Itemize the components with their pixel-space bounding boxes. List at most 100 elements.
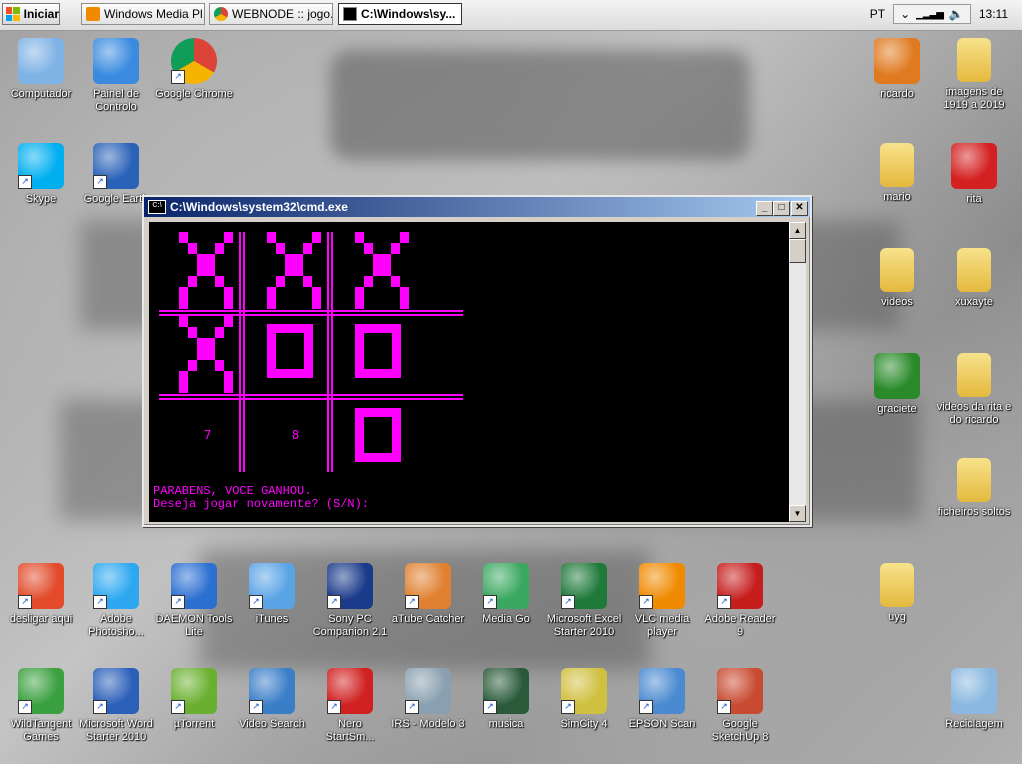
epson-scan-icon: ↗ [639,668,685,714]
desktop-icon-sketchup[interactable]: ↗ Google SketchUp 8 [701,668,779,744]
wildtangent-icon: ↗ [18,668,64,714]
x-pixel [206,343,215,355]
volume-icon[interactable]: 🔈 [949,7,964,21]
desktop-icon-wildtangent[interactable]: ↗ WildTangent Games [2,668,80,744]
desktop-icon-videos[interactable]: videos [858,248,936,309]
desktop-icon-painel-controlo[interactable]: Painel de Controlo [77,38,155,114]
desktop-icon-label: DAEMON Tools Lite [155,613,233,638]
desktop-icon-adobe-reader[interactable]: ↗ Adobe Reader 9 [701,563,779,639]
x-pixel [224,287,233,298]
desktop-icon-skype[interactable]: ↗ Skype [2,143,80,206]
scroll-down-button[interactable]: ▼ [789,505,806,522]
power-icon: ↗ [18,563,64,609]
desktop-icon-label: Adobe Reader 9 [704,613,776,638]
desktop-icon-utorrent[interactable]: ↗ µTorrent [155,668,233,731]
minimize-button[interactable]: _ [756,201,773,216]
x-pixel [188,276,197,287]
desktop-icon-irs-modelo[interactable]: ↗ IRS - Modelo 3 [389,668,467,731]
taskbar-button-media-player[interactable]: Windows Media Pl... [81,3,205,25]
x-pixel [373,259,382,271]
x-pixel [215,243,224,254]
desktop-icon-media-go[interactable]: ↗ Media Go [467,563,545,626]
desktop-icon-sony-pc-companion[interactable]: ↗ Sony PC Companion 2.1 [311,563,389,639]
desktop-icon-xuxayte[interactable]: xuxayte [935,248,1013,309]
desktop-icon-desligar-aqui[interactable]: ↗ desligar aqui [2,563,80,626]
desktop-icon-atube-catcher[interactable]: ↗ aTube Catcher [389,563,467,626]
desktop-icon-videos-rita-ricardo[interactable]: videos da rita e do ricardo [935,353,1013,427]
desktop-icon-reciclagem[interactable]: Reciclagem [935,668,1013,731]
desktop-icon-simcity[interactable]: ↗ SimCity 4 [545,668,623,731]
desktop-icon-word-starter[interactable]: ↗ Microsoft Word Starter 2010 [77,668,155,744]
x-pixel [224,232,233,243]
folder-icon [880,143,914,187]
desktop-icon-adobe-photoshop[interactable]: ↗ Adobe Photosho... [77,563,155,639]
close-button[interactable]: ✕ [791,201,808,216]
x-pixel [312,232,321,243]
chevron-down-icon[interactable]: ⌄ [900,7,910,21]
cell-1-x-mark [179,232,239,309]
x-pixel [179,298,188,309]
x-pixel [303,276,312,287]
scroll-thumb[interactable] [789,239,806,263]
folder-icon [880,563,914,607]
cell-6-o-mark [355,324,401,378]
shortcut-arrow-icon: ↗ [249,700,263,714]
desktop-icon-itunes[interactable]: ↗ iTunes [233,563,311,626]
desktop-icon-ricardo[interactable]: ricardo [858,38,936,101]
cell-3-x-mark [355,232,415,309]
desktop-icon-google-chrome[interactable]: ↗ Google Chrome [155,38,233,101]
vlc-icon: ↗ [639,563,685,609]
simcity-icon: ↗ [561,668,607,714]
language-indicator[interactable]: PT [870,7,885,21]
desktop-icon-rita[interactable]: rita [935,143,1013,206]
desktop-icon-vlc[interactable]: ↗ VLC media player [623,563,701,639]
cmd-window[interactable]: C:\ C:\Windows\system32\cmd.exe _ □ ✕ 7 8… [142,195,812,527]
shortcut-arrow-icon: ↗ [327,700,341,714]
taskbar-button-chrome[interactable]: WEBNODE :: jogo... [209,3,333,25]
desktop-icon-musica[interactable]: ↗ musica [467,668,545,731]
control-panel-icon [93,38,139,84]
desktop-icon-label: Painel de Controlo [93,88,139,113]
cmd-titlebar[interactable]: C:\ C:\Windows\system32\cmd.exe [144,197,810,217]
desktop-icon-label: Media Go [482,613,530,625]
shortcut-arrow-icon: ↗ [639,595,653,609]
scroll-up-button[interactable]: ▲ [789,222,806,239]
desktop-icon-ficheiros-soltos[interactable]: ficheiros soltos [935,458,1013,519]
grid-line [239,232,241,472]
console-area[interactable]: 78 PARABENS, VOCE GANHOU. Deseja jogar n… [149,222,789,522]
scrollbar[interactable]: ▲ ▼ [789,222,806,522]
desktop-icon-label: mario [883,191,911,203]
x-pixel [224,371,233,382]
desktop-icon-mario[interactable]: mario [858,143,936,204]
x-pixel [197,259,206,271]
desktop-icon-label: VLC media player [634,613,690,638]
shortcut-arrow-icon: ↗ [93,595,107,609]
x-pixel [224,298,233,309]
shortcut-arrow-icon: ↗ [561,700,575,714]
desktop-icon-daemon-tools[interactable]: ↗ DAEMON Tools Lite [155,563,233,639]
desktop-icon-nero[interactable]: ↗ Nero StartSm... [311,668,389,744]
taskbar-button-cmd[interactable]: C:\Windows\sy... [338,3,462,25]
maximize-button[interactable]: □ [773,201,790,216]
desktop-icon-video-search[interactable]: ↗ Video Search [233,668,311,731]
desktop-icon-graciete[interactable]: graciete [858,353,936,416]
desktop-icon-epson-scan[interactable]: ↗ EPSON Scan [623,668,701,731]
x-pixel [355,298,364,309]
desktop-icon-excel-starter[interactable]: ↗ Microsoft Excel Starter 2010 [545,563,623,639]
signal-icon[interactable]: ▁▂▃▅ [916,9,944,20]
wallpaper-shape [330,50,750,160]
desktop-icon-label: Microsoft Excel Starter 2010 [546,613,622,638]
desktop-icon-imagens-1919-2019[interactable]: imagens de 1919 a 2019 [935,38,1013,112]
windows-logo-icon [6,7,20,21]
start-button[interactable]: Iniciar [2,3,60,25]
utorrent-icon: ↗ [171,668,217,714]
shortcut-arrow-icon: ↗ [18,595,32,609]
desktop-icon-uyg[interactable]: uyg [858,563,936,624]
shortcut-arrow-icon: ↗ [717,595,731,609]
taskbar: Iniciar Windows Media Pl... WEBNODE :: j… [0,0,1022,31]
clock[interactable]: 13:11 [979,7,1008,21]
desktop-icon-label: Video Search [239,718,305,730]
desktop-icon-computador[interactable]: Computador [2,38,80,101]
folder-icon [880,248,914,292]
shortcut-arrow-icon: ↗ [405,595,419,609]
